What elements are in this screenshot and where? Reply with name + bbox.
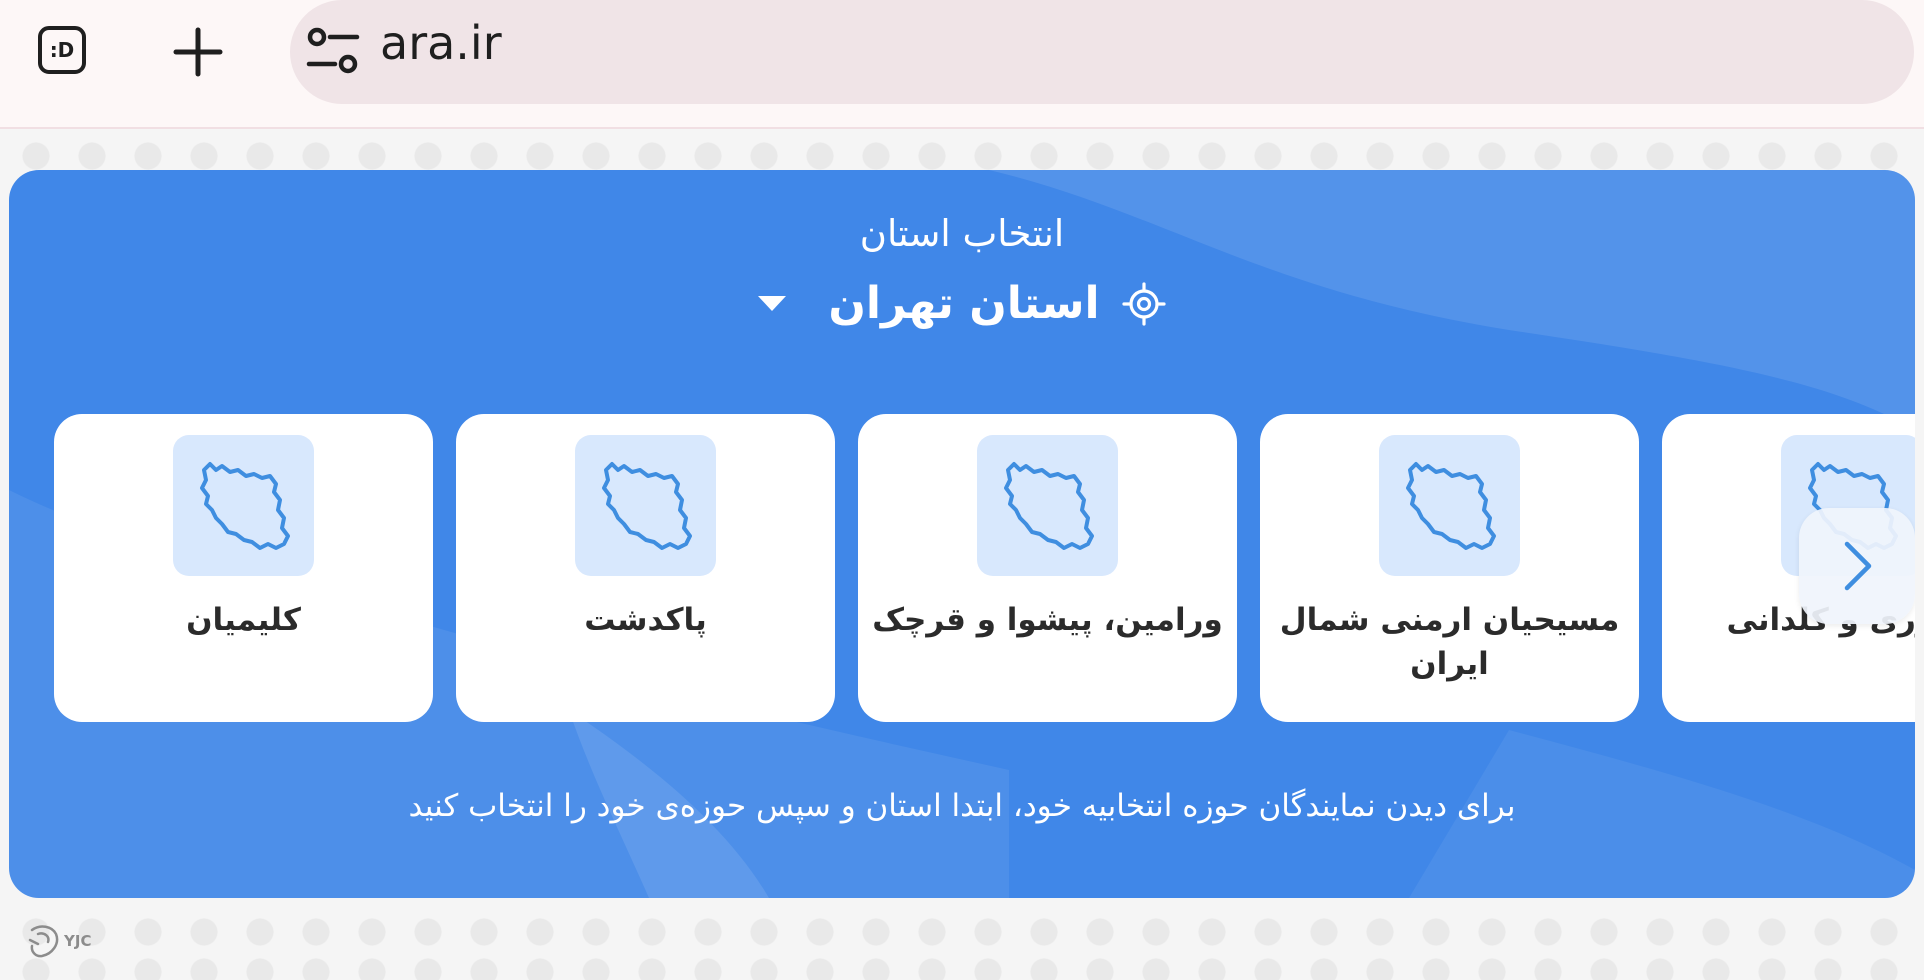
district-name: ورامین، پیشوا و قرچک: [872, 602, 1223, 638]
district-name: مسیحیان ارمنی شمال ایران: [1279, 602, 1620, 682]
site-settings-icon[interactable]: [305, 26, 361, 76]
tab-switcher-button[interactable]: :D: [38, 26, 86, 74]
next-button[interactable]: [1799, 508, 1915, 624]
iran-map-icon: [1379, 435, 1520, 576]
watermark-logo: YJC: [26, 922, 91, 960]
province-name[interactable]: استان تهران: [828, 278, 1099, 329]
district-name: پاکدشت: [584, 602, 707, 638]
browser-toolbar: :D ara.ir: [0, 0, 1924, 129]
yjc-logo-icon: [28, 925, 59, 958]
caret-down-icon: [758, 296, 787, 311]
province-selector-panel: انتخاب استان استان تهران کلیمیان پاکدشت …: [9, 170, 1915, 898]
province-dropdown[interactable]: استان تهران: [9, 278, 1915, 329]
district-card[interactable]: ورامین، پیشوا و قرچک: [858, 414, 1237, 722]
watermark-text: YJC: [64, 932, 92, 950]
select-province-title: انتخاب استان: [859, 212, 1065, 255]
iran-map-icon: [173, 435, 314, 576]
iran-map-icon: [575, 435, 716, 576]
plus-icon[interactable]: [170, 24, 226, 80]
district-name: کلیمیان: [186, 602, 301, 638]
chevron-right-icon: [1844, 541, 1872, 591]
district-card[interactable]: کلیمیان: [54, 414, 433, 722]
district-card[interactable]: مسیحیان ارمنی شمال ایران: [1260, 414, 1639, 722]
district-card[interactable]: پاکدشت: [456, 414, 835, 722]
instruction-text: برای دیدن نمایندگان حوزه انتخابیه خود، ا…: [408, 788, 1516, 824]
dotted-background-bottom: [0, 912, 1924, 980]
iran-map-icon: [977, 435, 1118, 576]
location-target-icon[interactable]: [1122, 281, 1166, 326]
address-bar[interactable]: [290, 0, 1914, 104]
url-text[interactable]: ara.ir: [380, 16, 502, 70]
